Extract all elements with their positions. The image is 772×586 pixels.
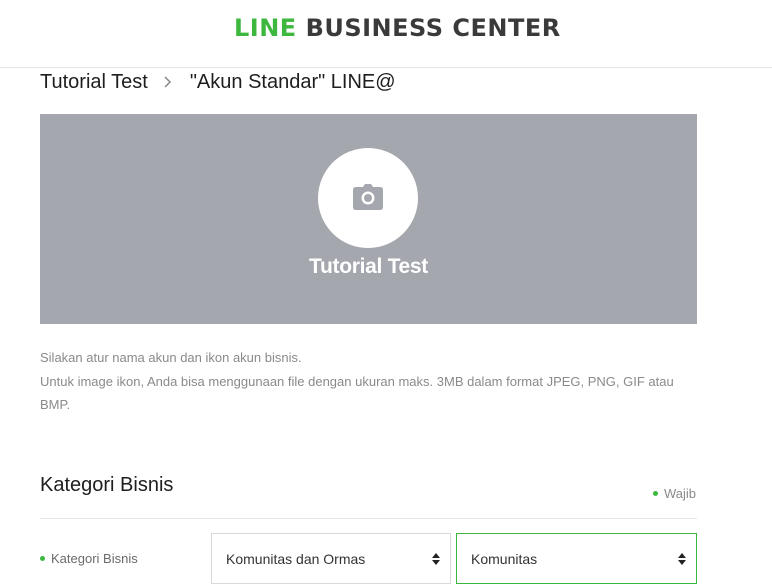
select-arrows-icon [432, 553, 440, 565]
logo-rest-text: BUSINESS CENTER [305, 14, 561, 42]
icon-help-text: Silakan atur nama akun dan ikon akun bis… [40, 346, 700, 417]
select-arrows-icon [678, 553, 686, 565]
required-label: Wajib [663, 486, 696, 501]
account-name-display: Tutorial Test [309, 255, 428, 278]
camera-icon [353, 184, 383, 210]
breadcrumb-item-current: "Akun Standar" LINE@ [189, 70, 396, 93]
category-field-label: Kategori Bisnis [40, 551, 138, 566]
logo-line-text: LINE [234, 14, 297, 42]
breadcrumb-item-account[interactable]: Tutorial Test [40, 71, 148, 94]
category-label-text: Kategori Bisnis [51, 551, 138, 566]
line-business-center-logo[interactable]: LINE BUSINESS CENTER [234, 14, 561, 42]
category-select[interactable]: Komunitas dan Ormas [211, 533, 451, 584]
required-indicator: Wajib [652, 486, 696, 501]
help-line-1: Silakan atur nama akun dan ikon akun bis… [40, 350, 302, 365]
chevron-right-icon [164, 70, 174, 94]
subcategory-select-value: Komunitas [471, 550, 538, 567]
cover-image-area[interactable]: Tutorial Test [40, 114, 697, 324]
category-select-value: Komunitas dan Ormas [226, 550, 366, 567]
breadcrumb: Tutorial Test "Akun Standar" LINE@ [40, 70, 396, 94]
section-divider [40, 518, 697, 519]
required-dot-icon [652, 491, 658, 496]
required-dot-icon [40, 556, 45, 561]
profile-icon-upload[interactable] [318, 148, 418, 248]
section-title: Kategori Bisnis [40, 474, 174, 496]
help-line-2: Untuk image ikon, Anda bisa menggunaan f… [40, 373, 674, 413]
top-header: LINE BUSINESS CENTER [0, 0, 772, 68]
subcategory-select[interactable]: Komunitas [456, 533, 697, 584]
